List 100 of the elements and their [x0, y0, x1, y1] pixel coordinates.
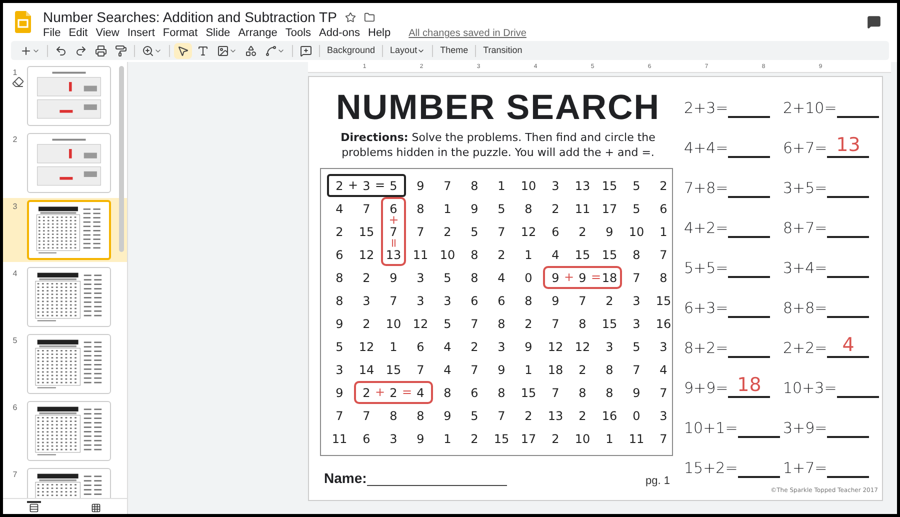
- thumbnail-row[interactable]: 6: [3, 399, 127, 463]
- math-problem: 7+8=: [684, 178, 728, 198]
- grid-number: 10: [574, 430, 592, 448]
- grid-number: 4: [334, 200, 344, 218]
- grid-number: 8: [524, 292, 534, 310]
- grid-number: 3: [416, 270, 426, 286]
- grid-number: 12: [574, 338, 592, 356]
- toolbar-button[interactable]: Theme: [437, 42, 472, 58]
- grid-number: 1: [442, 200, 452, 218]
- grid-number: 5: [470, 408, 480, 424]
- grid-number: 2: [362, 316, 372, 332]
- thumbnail-row[interactable]: 4: [3, 265, 127, 329]
- document-title[interactable]: Number Searches: Addition and Subtraction TP: [43, 9, 337, 26]
- grid-number: 8: [496, 384, 506, 402]
- menu-item[interactable]: Edit: [68, 27, 88, 40]
- menu-item[interactable]: View: [96, 27, 120, 40]
- worksheet-title: NUMBER SEARCH: [334, 89, 662, 127]
- grid-number: 15: [492, 430, 510, 448]
- grid-number: 3: [362, 178, 372, 194]
- answer-line[interactable]: 13: [827, 134, 870, 158]
- grid-number: 9: [550, 292, 560, 310]
- grid-number: 6: [470, 292, 480, 310]
- zoom-icon: [142, 44, 154, 56]
- grid-number: 15: [600, 316, 618, 332]
- grid-number: 4: [550, 246, 560, 264]
- grid-number: 12: [358, 246, 376, 264]
- cursor-tool[interactable]: [174, 42, 192, 58]
- grid-number: 2: [578, 362, 588, 378]
- grid-number: 15: [600, 246, 618, 264]
- grid-number: 7: [470, 362, 480, 378]
- menu-item[interactable]: Help: [368, 27, 391, 40]
- grid-number: 11: [628, 430, 646, 448]
- answer-line[interactable]: 18: [728, 374, 770, 398]
- math-problem: 5+5=: [684, 258, 728, 278]
- menu-item[interactable]: Format: [162, 27, 198, 40]
- scrollbar-thumb[interactable]: [119, 66, 124, 252]
- answer-line[interactable]: 4: [827, 334, 870, 358]
- toolbar-button[interactable]: Layout: [387, 42, 428, 58]
- menu-item[interactable]: File: [43, 27, 61, 40]
- menu-item[interactable]: Arrange: [238, 27, 278, 40]
- grid-number: 9: [496, 362, 506, 378]
- grid-number: 13: [546, 408, 564, 424]
- operator-sign: =: [386, 238, 402, 248]
- math-problem: 3+4=: [783, 258, 828, 278]
- grid-number: 11: [574, 200, 592, 218]
- grid-number: 15: [600, 178, 618, 194]
- grid-number: 8: [416, 408, 426, 424]
- grid-number: 15: [574, 246, 592, 264]
- grid-number: 6: [388, 200, 398, 216]
- thumbnail-row[interactable]: 2: [3, 131, 127, 195]
- add-comment-icon: [300, 44, 312, 56]
- grid-number: 8: [578, 384, 588, 402]
- menu-item[interactable]: Tools: [285, 27, 312, 40]
- menu-item[interactable]: Slide: [206, 27, 230, 40]
- grid-number: 18: [600, 270, 618, 286]
- grid-number: 13: [384, 247, 402, 264]
- comments-icon[interactable]: [867, 15, 881, 29]
- math-problem: 4+4=: [684, 138, 728, 158]
- grid-number: 12: [358, 338, 376, 356]
- grid-number: 2: [578, 408, 588, 424]
- math-problem: 3+5=: [783, 178, 828, 198]
- thumbnail-row[interactable]: 3: [3, 198, 127, 262]
- folder-icon[interactable]: [364, 12, 375, 23]
- grid-number: 2: [334, 224, 344, 240]
- math-problem: 8+8=: [783, 298, 828, 318]
- grid-number: 7: [442, 178, 452, 194]
- grid-number: 2: [496, 246, 506, 264]
- menu-item[interactable]: Add-ons: [319, 27, 360, 40]
- toolbar-button[interactable]: Background: [324, 42, 378, 58]
- grid-number: 2: [362, 270, 372, 286]
- image-icon: [217, 44, 229, 56]
- grid-number: 1: [524, 362, 534, 378]
- text-box-icon: [197, 44, 209, 56]
- grid-number: 17: [600, 200, 618, 218]
- grid-number: 16: [600, 408, 618, 424]
- star-icon[interactable]: [344, 12, 356, 23]
- thumbnail-row[interactable]: 1: [3, 64, 127, 128]
- grid-number: 14: [358, 362, 376, 378]
- grid-number: 2: [388, 384, 398, 402]
- grid-number: 8: [578, 316, 588, 332]
- grid-number: 9: [524, 338, 534, 356]
- operator-sign: +: [375, 384, 385, 400]
- grid-number: 9: [632, 384, 642, 402]
- math-problem: 4+2=: [684, 218, 728, 238]
- menu-item[interactable]: Insert: [127, 27, 155, 40]
- grid-number: 6: [362, 430, 372, 448]
- filmstrip-view-button[interactable]: [27, 500, 41, 512]
- name-label: Name:: [324, 469, 367, 488]
- grid-number: 5: [388, 178, 398, 194]
- save-status-link[interactable]: All changes saved in Drive: [408, 27, 526, 40]
- directions-text: Directions: Solve the problems. Then find and circle the problems hidden in the puzzle. You will add the + and =.: [340, 130, 656, 160]
- grid-number: 0: [632, 408, 642, 424]
- grid-number: 3: [416, 292, 426, 310]
- grid-number: 15: [384, 362, 402, 378]
- eraser-icon[interactable]: [12, 76, 24, 88]
- grid-number: 9: [388, 270, 398, 286]
- shapes-icon: [245, 44, 257, 56]
- toolbar-button[interactable]: Transition: [480, 42, 526, 58]
- thumbnail-row[interactable]: 7: [3, 466, 127, 498]
- thumbnail-row[interactable]: 5: [3, 332, 127, 396]
